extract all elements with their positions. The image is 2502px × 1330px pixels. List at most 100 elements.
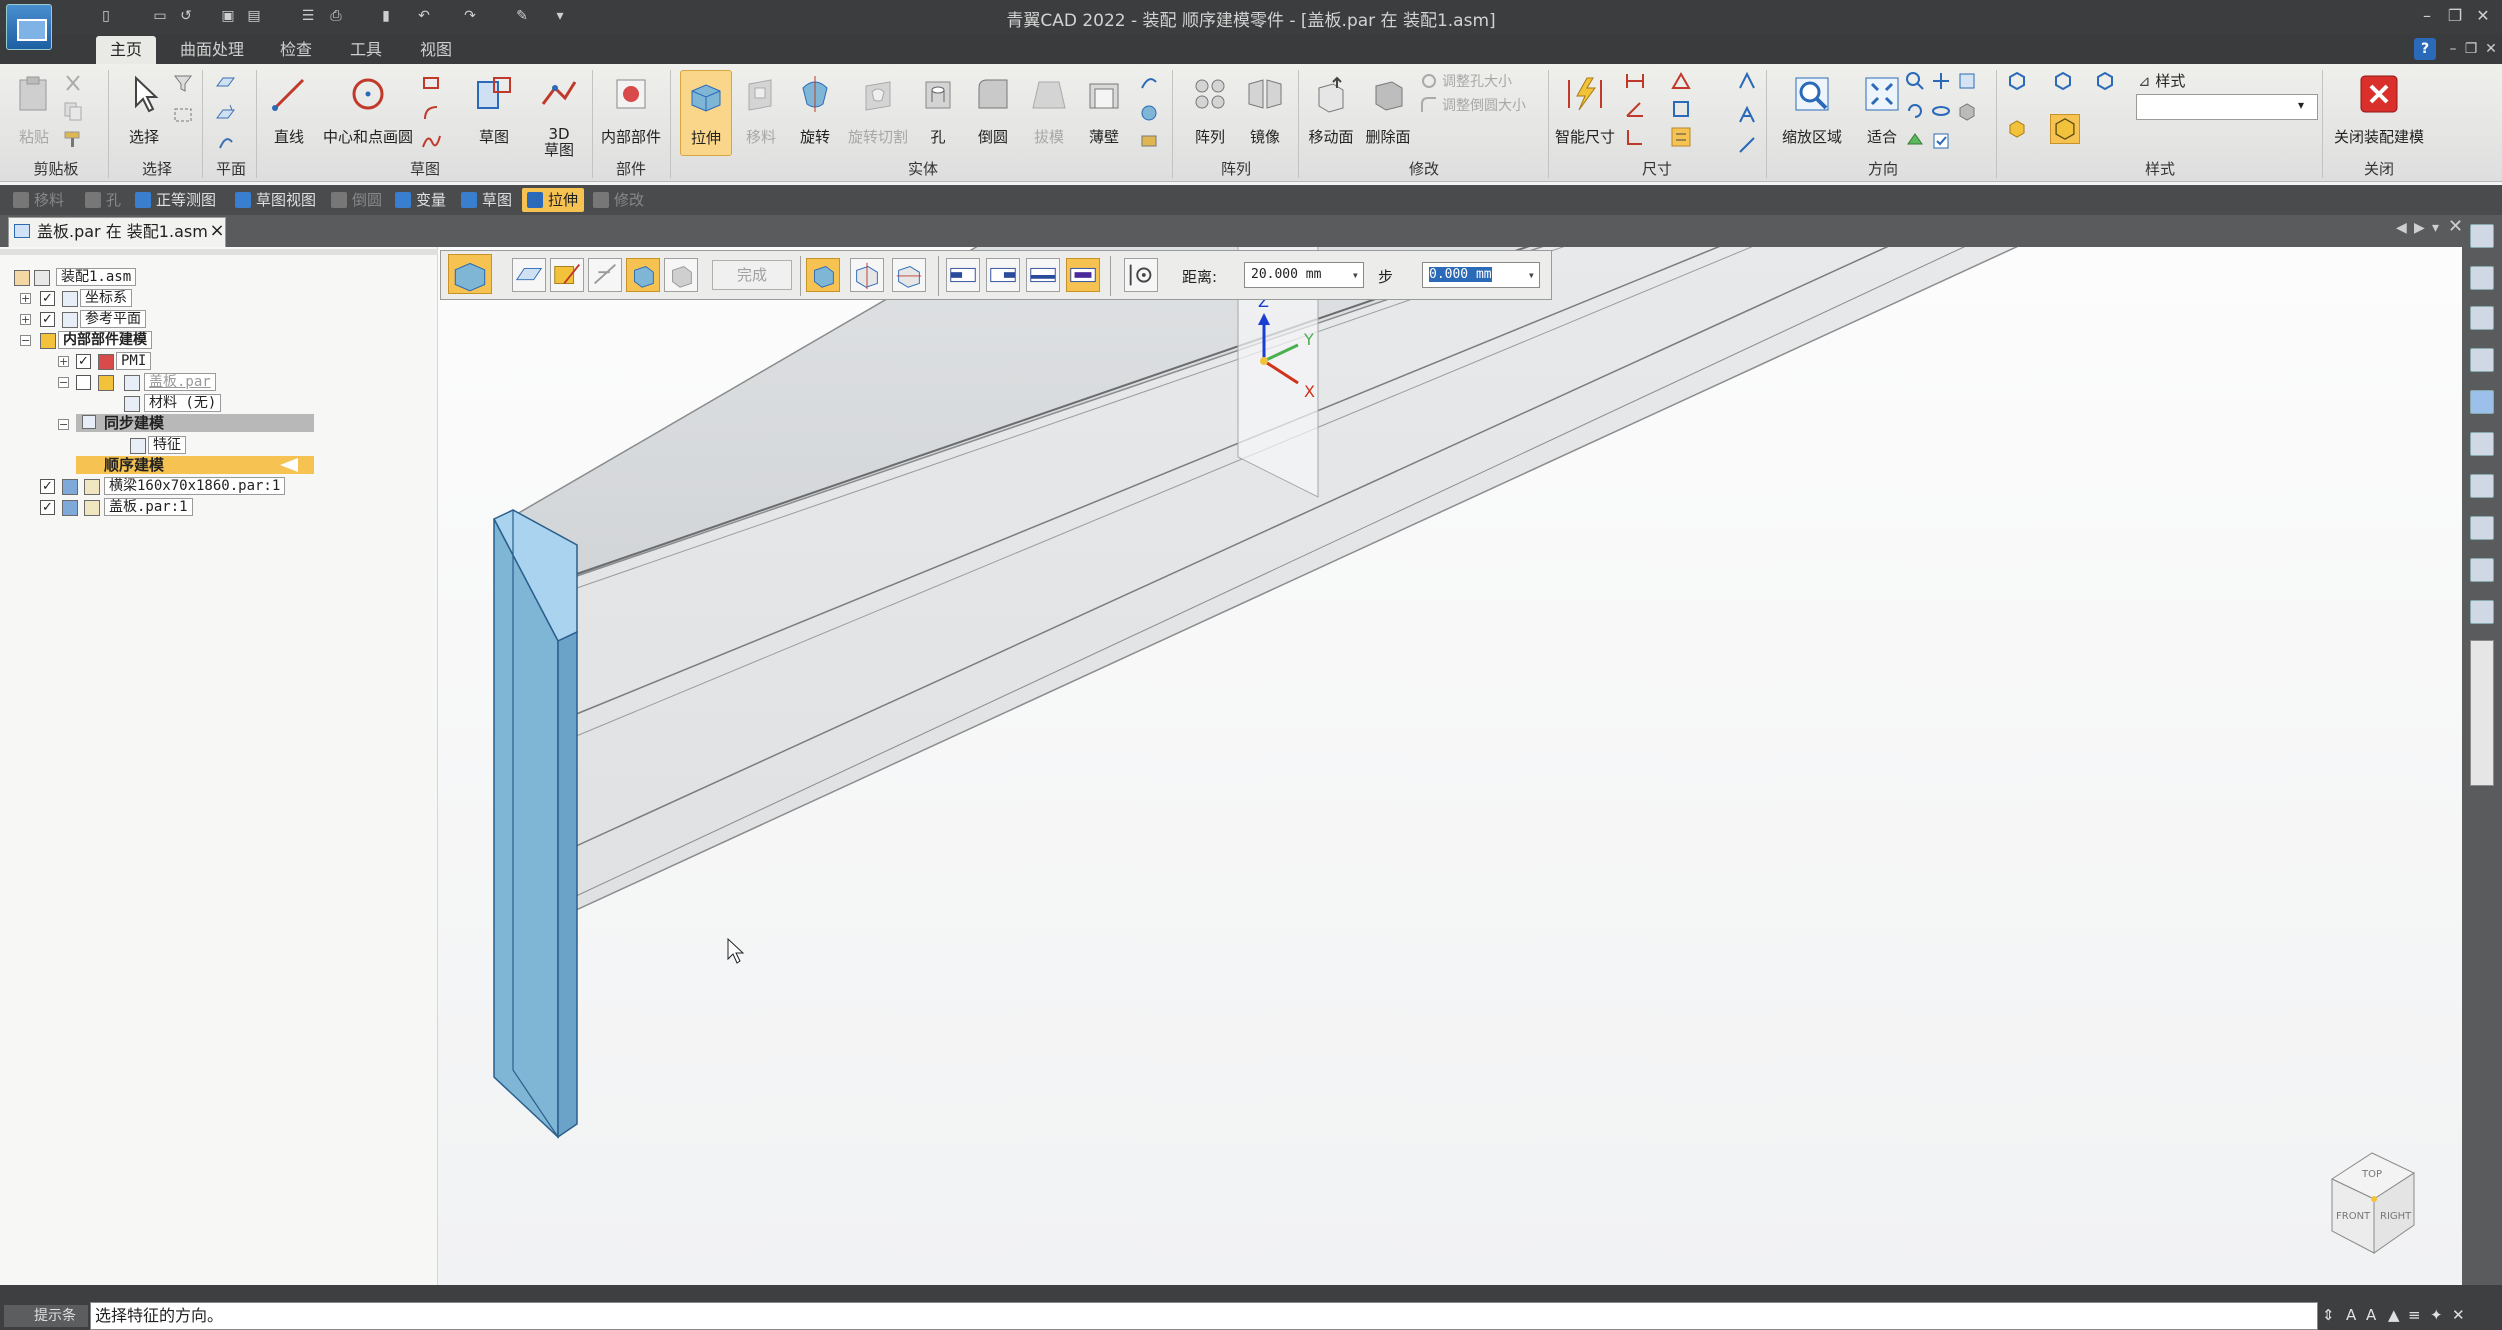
cmd-extrude[interactable]: 拉伸 <box>522 188 585 212</box>
format-painter-icon[interactable] <box>62 128 84 150</box>
tree-item-ref-planes[interactable]: 参考平面 <box>80 310 146 328</box>
tab-list-icon[interactable]: ▾ <box>2432 220 2439 236</box>
collapse-part-icon[interactable]: − <box>58 377 69 388</box>
rollback-marker-icon[interactable] <box>280 458 298 472</box>
dimension-coord-icon[interactable] <box>1624 126 1646 148</box>
checkbox-coord[interactable]: ✓ <box>40 291 55 306</box>
copy-icon[interactable] <box>62 100 84 122</box>
cut-icon[interactable] <box>62 72 84 94</box>
symmetric-extent-button[interactable] <box>806 258 840 292</box>
spin-icon[interactable] <box>1930 100 1952 122</box>
collapse-internal-icon[interactable]: − <box>20 335 31 346</box>
prompt-expand-icon[interactable]: ▲ <box>2388 1306 2400 1324</box>
save-view-icon[interactable] <box>1930 130 1952 152</box>
cmd-variables[interactable]: 变量 <box>390 188 452 212</box>
direction-symmetric-button[interactable] <box>1066 258 1100 292</box>
curve-icon[interactable] <box>420 130 442 152</box>
collapse-sync-icon[interactable]: − <box>58 419 69 430</box>
dimension-angle-icon[interactable] <box>1624 98 1646 120</box>
rotate-icon[interactable] <box>1904 100 1926 122</box>
center-point-circle-button[interactable]: 中心和点画圆 <box>318 70 418 156</box>
checkbox-beam[interactable]: ✓ <box>40 479 55 494</box>
treatment-step-button[interactable] <box>664 258 698 292</box>
dock-relations-icon[interactable] <box>2470 348 2494 372</box>
draft-button[interactable]: 拔模 <box>1024 70 1074 156</box>
fit-button[interactable]: 适合 <box>1856 70 1908 156</box>
zoom-area-button[interactable]: 缩放区域 <box>1772 70 1852 156</box>
checkbox-part[interactable] <box>76 375 91 390</box>
internal-component-button[interactable]: 内部部件 <box>596 70 666 156</box>
arc-icon[interactable] <box>420 102 442 124</box>
plane-normal-icon[interactable] <box>214 130 236 152</box>
extent-step-button[interactable] <box>626 258 660 292</box>
cmd-cutout[interactable]: 移料 <box>8 188 70 212</box>
zoom-icon[interactable] <box>1904 70 1926 92</box>
view-dim-icon[interactable] <box>2052 70 2074 92</box>
dock-pathfinder-icon[interactable] <box>2470 224 2494 248</box>
tab-next-icon[interactable]: ▶ <box>2414 220 2425 236</box>
prompt-close-icon[interactable]: ✕ <box>2452 1306 2465 1324</box>
relation-2-icon[interactable] <box>1670 98 1692 120</box>
tree-item-material[interactable]: 材料 (无) <box>144 394 222 412</box>
paste-button[interactable]: 粘贴 <box>6 70 62 156</box>
resize-round-icon[interactable] <box>1418 94 1440 116</box>
tab-inspect[interactable]: 检查 <box>266 36 326 64</box>
dock-tool-icon[interactable] <box>2470 306 2494 330</box>
cmd-sketch[interactable]: 草图 <box>456 188 518 212</box>
smart-dimension-button[interactable]: 智能尺寸 <box>1552 70 1618 156</box>
plane-coincident-icon[interactable] <box>214 72 236 94</box>
mirror-button[interactable]: 镜像 <box>1240 70 1290 156</box>
dock-help-icon[interactable] <box>2470 558 2494 582</box>
direction-3-button[interactable] <box>1026 258 1060 292</box>
document-tab[interactable]: 盖板.par 在 装配1.asm <box>8 217 226 247</box>
cmd-hole[interactable]: 孔 <box>80 188 127 212</box>
tree-item-pmi[interactable]: PMI <box>116 352 152 370</box>
coincident-plane-button[interactable] <box>512 258 546 292</box>
style-dropdown-icon[interactable]: ▾ <box>2298 98 2304 112</box>
checkbox-pmi[interactable]: ✓ <box>76 354 91 369</box>
move-face-button[interactable]: 移动面 <box>1304 70 1358 156</box>
checkbox-planes[interactable]: ✓ <box>40 312 55 327</box>
dock-library-icon[interactable] <box>2470 600 2494 624</box>
cmd-modify[interactable]: 修改 <box>588 188 650 212</box>
through-all-button[interactable] <box>850 258 884 292</box>
tree-item-part[interactable]: 盖板.par <box>144 373 216 391</box>
font-smaller-icon[interactable]: A <box>2366 1306 2376 1324</box>
select-button[interactable]: 选择 <box>116 70 172 156</box>
resize-hole-icon[interactable] <box>1418 70 1440 92</box>
resize-hole-button[interactable]: 调整孔大小 <box>1442 71 1512 91</box>
draw-sketch-button[interactable] <box>550 258 584 292</box>
line-button[interactable]: 直线 <box>262 70 316 156</box>
dock-family-icon[interactable] <box>2470 516 2494 540</box>
solid-option-2-icon[interactable] <box>1138 102 1160 124</box>
close-window-icon[interactable]: ✕ <box>2470 4 2496 28</box>
shaded-icon[interactable] <box>2006 118 2028 140</box>
view-style-icon[interactable] <box>1956 100 1978 122</box>
relation-3-icon[interactable] <box>1670 126 1692 148</box>
resize-round-button[interactable]: 调整倒圆大小 <box>1442 95 1526 115</box>
pan-icon[interactable] <box>1930 70 1952 92</box>
tree-item-sync[interactable]: 同步建模 <box>104 414 164 432</box>
pattern-button[interactable]: 阵列 <box>1182 70 1238 156</box>
tree-item-root[interactable]: 装配1.asm <box>56 268 137 286</box>
annotation-2-icon[interactable] <box>1736 104 1758 126</box>
tab-surfacing[interactable]: 曲面处理 <box>166 36 258 64</box>
cutout-button[interactable]: 移料 <box>736 70 786 156</box>
tree-item-feature[interactable]: 特征 <box>148 436 186 454</box>
expand-pmi-icon[interactable]: + <box>58 356 69 367</box>
revolve-button[interactable]: 旋转 <box>790 70 840 156</box>
expand-planes-icon[interactable]: + <box>20 314 31 325</box>
cmd-isometric-view[interactable]: 正等测图 <box>130 188 222 212</box>
view-trimetric-icon[interactable] <box>2094 70 2116 92</box>
solid-option-1-icon[interactable] <box>1138 72 1160 94</box>
prompt-pin-icon[interactable]: ✦ <box>2430 1306 2443 1324</box>
dock-settings-icon[interactable] <box>2470 390 2494 414</box>
keypoint-button[interactable] <box>1124 258 1158 292</box>
view-iso-icon[interactable] <box>2006 70 2028 92</box>
round-button[interactable]: 倒圆 <box>968 70 1018 156</box>
annotation-1-icon[interactable] <box>1736 70 1758 92</box>
3d-sketch-button[interactable]: 3D 草图 <box>528 70 590 158</box>
solid-option-3-icon[interactable] <box>1138 130 1160 152</box>
view-option-icon[interactable] <box>1956 70 1978 92</box>
app-logo-icon[interactable] <box>6 4 52 50</box>
